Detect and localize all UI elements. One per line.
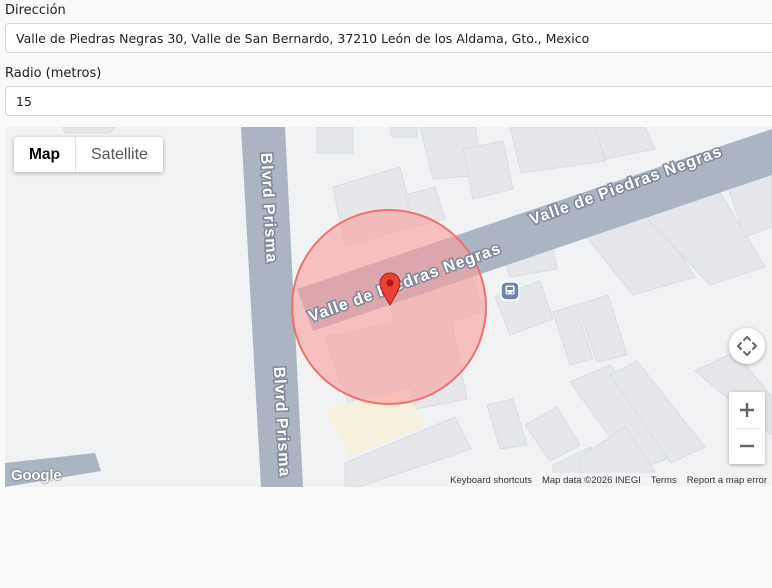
radius-label: Radio (metros) xyxy=(5,66,102,81)
zoom-control xyxy=(729,392,765,464)
google-logo: Google xyxy=(11,467,62,484)
map-canvas[interactable]: Valle de Piedras Negras Valle de Piedras… xyxy=(5,127,772,487)
terms-link[interactable]: Terms xyxy=(646,475,682,486)
map-type-map-button[interactable]: Map xyxy=(14,137,75,172)
map-type-control: Map Satellite xyxy=(14,137,163,172)
keyboard-shortcuts-link[interactable]: Keyboard shortcuts xyxy=(445,475,537,486)
map-footer: Keyboard shortcuts Map data ©2026 INEGI … xyxy=(445,473,772,487)
bus-stop-icon[interactable] xyxy=(500,281,520,301)
zoom-out-button[interactable] xyxy=(729,428,765,464)
zoom-in-button[interactable] xyxy=(729,392,765,428)
zoom-in-icon xyxy=(740,403,754,417)
map-data-attribution: Map data ©2026 INEGI xyxy=(541,474,641,486)
camera-control-icon xyxy=(737,336,757,356)
address-input[interactable] xyxy=(5,23,772,53)
map-type-satellite-button[interactable]: Satellite xyxy=(75,137,163,172)
map-view[interactable]: Valle de Piedras Negras Valle de Piedras… xyxy=(5,127,772,487)
radius-input[interactable] xyxy=(5,86,772,116)
report-map-error-link[interactable]: Report a map error xyxy=(682,475,772,486)
camera-control-button[interactable] xyxy=(729,328,765,364)
zoom-out-icon xyxy=(740,444,754,448)
address-label: Dirección xyxy=(5,3,66,18)
